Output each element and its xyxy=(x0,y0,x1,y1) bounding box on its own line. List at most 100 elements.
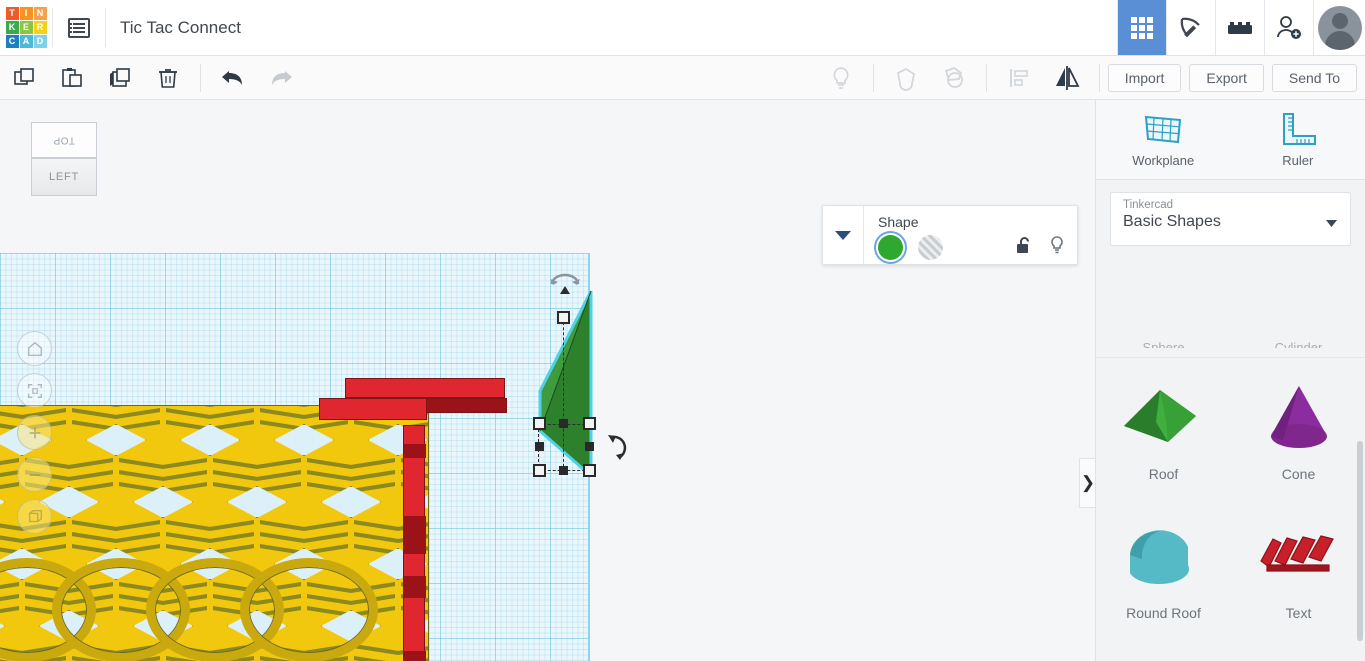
duplicate-button[interactable] xyxy=(96,56,144,100)
blocks-button[interactable] xyxy=(1215,0,1264,55)
model-red-bar-second[interactable] xyxy=(319,398,427,420)
paste-button[interactable] xyxy=(48,56,96,100)
brick-icon xyxy=(1228,21,1252,34)
3d-viewport[interactable]: TOP LEFT Shape ❯ xyxy=(0,100,1095,661)
library-name: Basic Shapes xyxy=(1123,213,1221,230)
group-button[interactable] xyxy=(930,56,978,100)
shape-library-grid[interactable]: Sphere Cylinder Roof xyxy=(1096,341,1365,661)
apps-grid-icon xyxy=(1131,16,1153,39)
light-button[interactable] xyxy=(817,56,865,100)
tinkercad-app: TINKERCAD Tic Tac Connect Import Export … xyxy=(0,0,1365,661)
model-yellow-plate[interactable] xyxy=(0,405,429,661)
ruler-icon xyxy=(1282,113,1316,145)
logo-tile: K xyxy=(5,21,19,34)
model-red-column[interactable] xyxy=(403,425,426,661)
apps-grid-button[interactable] xyxy=(1117,0,1166,55)
shape-outline-button[interactable] xyxy=(882,56,930,100)
tinkercad-logo[interactable]: TIN KER CAD xyxy=(0,0,52,55)
shape-item-wedge[interactable] xyxy=(1096,637,1231,661)
unlock-icon[interactable] xyxy=(1016,236,1033,255)
fit-to-view-icon[interactable] xyxy=(17,373,52,408)
workplane-tool[interactable]: Workplane xyxy=(1096,100,1231,179)
project-list-button[interactable] xyxy=(53,0,105,55)
group-icon xyxy=(944,66,963,88)
logo-tile: E xyxy=(19,21,33,34)
lightbulb-icon xyxy=(833,66,849,89)
shape-panel-collapse-button[interactable] xyxy=(823,206,863,264)
user-avatar-button[interactable] xyxy=(1313,0,1365,55)
corner-handle[interactable] xyxy=(533,464,546,477)
logo-tile: N xyxy=(33,7,47,20)
lightbulb-icon[interactable] xyxy=(1049,235,1065,255)
model-red-bar-top[interactable] xyxy=(345,378,507,413)
delete-button[interactable] xyxy=(144,56,192,100)
corner-handle[interactable] xyxy=(583,464,596,477)
view-cube[interactable]: TOP LEFT xyxy=(25,122,103,197)
edge-handle[interactable] xyxy=(559,419,568,428)
minecraft-button[interactable] xyxy=(1166,0,1215,55)
toolbar-divider xyxy=(872,63,874,92)
shape-row xyxy=(1096,637,1365,661)
undo-button[interactable] xyxy=(209,56,257,100)
mirror-button[interactable] xyxy=(1043,56,1091,100)
shape-panel-body: Shape xyxy=(863,206,1077,264)
invite-person-button[interactable] xyxy=(1264,0,1313,55)
shape-item-roof[interactable]: Roof xyxy=(1096,358,1231,497)
undo-icon xyxy=(222,70,242,85)
model-pattern xyxy=(0,406,428,661)
rotate-handle-top[interactable] xyxy=(548,272,582,294)
chevron-down-icon xyxy=(1326,220,1337,227)
export-button[interactable]: Export xyxy=(1189,63,1264,92)
shape-panel-icons xyxy=(1016,235,1065,255)
shape-library-select[interactable]: Tinkercad Basic Shapes xyxy=(1110,192,1351,246)
edge-handle[interactable] xyxy=(535,442,544,451)
mirror-icon xyxy=(1055,65,1080,90)
shape-item-pyramid[interactable] xyxy=(1231,637,1365,661)
zoom-out-icon[interactable] xyxy=(17,457,52,492)
avatar xyxy=(1317,5,1362,50)
viewport-nav-controls xyxy=(17,331,52,534)
ruler-label: Ruler xyxy=(1282,153,1314,168)
shape-row: Round Roof Text xyxy=(1096,497,1365,637)
edge-handle[interactable] xyxy=(559,466,568,475)
logo-tile: R xyxy=(33,21,47,34)
shape-item-round-roof[interactable]: Round Roof xyxy=(1096,497,1231,637)
shape-outline-icon xyxy=(896,67,915,91)
shape-inspector-panel: Shape xyxy=(822,205,1078,265)
round-roof-thumb xyxy=(1109,513,1219,601)
copy-button[interactable] xyxy=(0,56,48,100)
ortho-perspective-icon[interactable] xyxy=(17,499,52,534)
height-handle[interactable] xyxy=(557,311,570,324)
align-button[interactable] xyxy=(995,56,1043,100)
send-to-button[interactable]: Send To xyxy=(1271,63,1357,92)
triangle-down-icon xyxy=(835,231,851,240)
home-view-icon[interactable] xyxy=(17,331,52,366)
view-cube-top-face[interactable]: TOP xyxy=(31,122,97,158)
selected-shape-roof[interactable] xyxy=(530,273,627,478)
view-cube-front-face[interactable]: LEFT xyxy=(31,158,97,196)
corner-handle[interactable] xyxy=(583,417,596,430)
zoom-in-icon[interactable] xyxy=(17,415,52,450)
shape-item-text[interactable]: Text xyxy=(1231,497,1365,637)
bbox-dash-v xyxy=(563,312,564,472)
shapes-side-panel: Workplane Ruler Tinkercad Basic Shapes S… xyxy=(1095,100,1365,661)
shape-row: Roof Cone xyxy=(1096,357,1365,497)
rotate-handle-right[interactable] xyxy=(606,433,632,461)
logo-tile: D xyxy=(33,35,47,48)
shape-item-cone[interactable]: Cone xyxy=(1231,358,1365,497)
toolbar-divider xyxy=(200,63,201,92)
clipped-label: Sphere xyxy=(1096,341,1231,348)
header-actions xyxy=(1117,0,1365,55)
redo-button[interactable] xyxy=(257,56,305,100)
workplane-label: Workplane xyxy=(1132,153,1195,168)
roof-thumb xyxy=(1109,374,1219,462)
corner-handle[interactable] xyxy=(533,417,546,430)
import-button[interactable]: Import xyxy=(1107,63,1182,92)
panel-scrollbar[interactable] xyxy=(1357,441,1363,641)
edge-handle[interactable] xyxy=(585,442,594,451)
panel-collapse-tab[interactable]: ❯ xyxy=(1079,458,1095,508)
view-cube-front-label: LEFT xyxy=(48,171,80,183)
hole-swatch[interactable] xyxy=(918,235,944,260)
solid-color-swatch[interactable] xyxy=(878,235,903,260)
ruler-tool[interactable]: Ruler xyxy=(1231,100,1365,179)
